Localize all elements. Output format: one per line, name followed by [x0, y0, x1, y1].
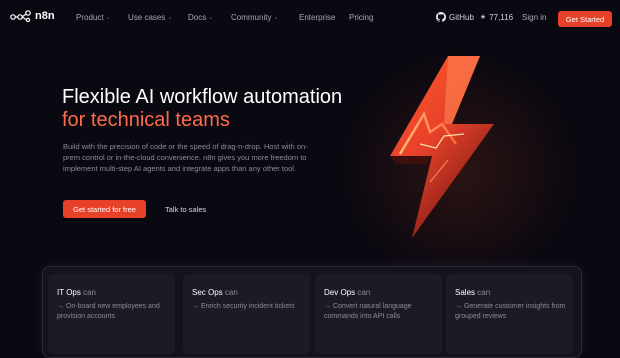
get-started-free-button[interactable]: Get started for free	[63, 200, 146, 218]
use-case-card-dev-ops[interactable]: Dev Ops can → Convert natural language c…	[315, 274, 442, 354]
nav-item-community[interactable]: Community ⌄	[231, 13, 278, 22]
card-role: IT Ops	[57, 288, 81, 297]
chevron-down-icon: ⌄	[105, 15, 111, 21]
github-label: GitHub	[449, 12, 474, 22]
nav-item-label: Community	[231, 13, 272, 22]
n8n-logo-icon	[10, 10, 31, 22]
card-description: → Convert natural language commands into…	[324, 303, 412, 320]
card-can: can	[224, 288, 238, 297]
card-title: Dev Ops can	[324, 288, 370, 297]
github-icon	[436, 12, 446, 22]
nav-item-pricing[interactable]: Pricing	[349, 13, 373, 22]
card-role: Sec Ops	[192, 288, 223, 297]
card-can: can	[83, 288, 96, 297]
card-title: IT Ops can	[57, 288, 96, 297]
nav-item-label: Enterprise	[299, 13, 336, 22]
use-case-card-sec-ops[interactable]: Sec Ops can → Enrich security incident t…	[183, 274, 310, 354]
n8n-logo[interactable]: n8n	[10, 10, 55, 22]
nav-item-label: Docs	[188, 13, 207, 22]
logo-text: n8n	[35, 10, 55, 22]
use-case-card-it-ops[interactable]: IT Ops can → On-board new employees and …	[48, 274, 175, 354]
card-can: can	[357, 288, 371, 297]
chevron-down-icon: ⌄	[273, 15, 279, 21]
github-stars: 77,116	[489, 12, 514, 22]
card-can: can	[477, 288, 491, 297]
top-navigation: n8n Product ⌄ Use cases ⌄ Docs ⌄ Communi…	[0, 0, 620, 36]
hero-title-highlight: for technical teams	[62, 109, 230, 131]
get-started-button[interactable]: Get Started	[558, 11, 612, 27]
nav-item-product[interactable]: Product ⌄	[76, 13, 111, 22]
use-case-card-sales[interactable]: Sales can → Generate customer insights f…	[446, 274, 573, 354]
nav-item-use-cases[interactable]: Use cases ⌄	[128, 13, 172, 22]
lightning-bolt-icon	[390, 56, 494, 238]
card-description: → Enrich security incident tickets	[192, 303, 295, 310]
nav-item-label: Product	[76, 13, 104, 22]
card-title: Sales can	[455, 288, 490, 297]
hero-subtitle: Build with the precision of code or the …	[63, 142, 308, 173]
nav-item-label: Use cases	[128, 13, 166, 22]
card-description: → On-board new employees and provision a…	[57, 303, 160, 320]
star-icon: ★	[479, 14, 487, 21]
hero-title: Flexible AI workflow automation	[62, 86, 343, 108]
nav-item-enterprise[interactable]: Enterprise	[299, 13, 335, 22]
card-role: Dev Ops	[324, 288, 356, 297]
nav-item-docs[interactable]: Docs ⌄	[188, 13, 213, 22]
card-title: Sec Ops can	[192, 288, 238, 297]
talk-to-sales-button[interactable]: Talk to sales	[165, 205, 206, 214]
github-link[interactable]: GitHub ★ 77,116	[436, 12, 513, 22]
sign-in-link[interactable]: Sign in	[522, 13, 546, 22]
card-description: → Generate customer insights from groupe…	[455, 303, 566, 320]
card-role: Sales	[455, 288, 476, 297]
chevron-down-icon: ⌄	[167, 15, 173, 21]
nav-item-label: Pricing	[349, 13, 374, 22]
chevron-down-icon: ⌄	[208, 15, 214, 21]
